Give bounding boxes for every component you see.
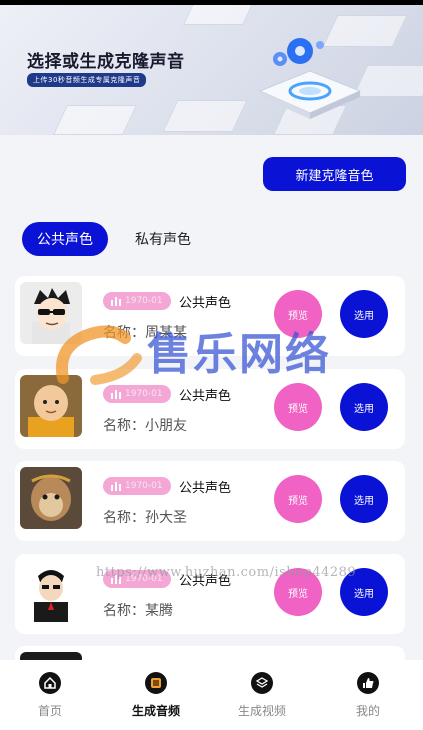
tab-home-label: 首页 — [37, 704, 62, 718]
audio-icon — [145, 672, 167, 694]
gear-illustration-icon — [258, 38, 362, 119]
tab-generate-audio-label: 生成音频 — [131, 704, 180, 718]
layers-icon — [251, 672, 273, 694]
new-clone-voice-button[interactable]: 新建克隆音色 — [263, 157, 406, 191]
tab-generate-audio[interactable]: 生成音频 — [116, 672, 196, 719]
tab-generate-video-label: 生成视频 — [237, 704, 286, 718]
voice-name: 名称：周某某 — [103, 325, 187, 341]
select-button[interactable]: 选用 — [340, 475, 388, 523]
tab-public-voices[interactable]: 公共声色 — [22, 222, 108, 256]
bottom-tab-bar: 首页 生成音频 生成视频 我的 — [0, 660, 423, 730]
voice-card: 1970-01 公共声色 名称：孙大圣 预览 选用 — [15, 461, 405, 541]
voice-type-label: 公共声色 — [179, 481, 232, 496]
banner-title: 选择或生成克隆声音 — [27, 52, 185, 72]
bar-chart-icon — [111, 390, 121, 399]
banner-subtitle: 上传30秒音频生成专属克隆声音 — [27, 73, 147, 87]
voice-name: 名称：小朋友 — [103, 418, 187, 434]
tab-home[interactable]: 首页 — [10, 672, 90, 719]
date-badge: 1970-01 — [103, 292, 171, 310]
tab-private-voices[interactable]: 私有声色 — [120, 222, 206, 256]
avatar — [20, 467, 82, 529]
date-text: 1970-01 — [125, 389, 163, 399]
voice-type-label: 公共声色 — [179, 296, 232, 311]
select-button[interactable]: 选用 — [340, 383, 388, 431]
preview-button[interactable]: 预览 — [274, 475, 322, 523]
avatar — [20, 560, 82, 622]
voice-name: 名称：孙大圣 — [103, 510, 187, 526]
tab-generate-video[interactable]: 生成视频 — [222, 672, 302, 719]
bar-chart-icon — [111, 482, 121, 491]
home-icon — [39, 672, 61, 694]
date-badge: 1970-01 — [103, 385, 171, 403]
preview-button[interactable]: 预览 — [274, 290, 322, 338]
bar-chart-icon — [111, 297, 121, 306]
voice-type-label: 公共声色 — [179, 389, 232, 404]
voice-name: 名称：某腾 — [103, 603, 173, 619]
avatar — [20, 375, 82, 437]
thumbs-up-icon — [357, 672, 379, 694]
date-text: 1970-01 — [125, 296, 163, 306]
hero-banner: 选择或生成克隆声音 上传30秒音频生成专属克隆声音 — [0, 5, 423, 135]
avatar — [20, 282, 82, 344]
date-badge: 1970-01 — [103, 477, 171, 495]
url-watermark: https://www.huzhan.com/ishop44289 — [96, 565, 357, 580]
date-text: 1970-01 — [125, 481, 163, 491]
voice-card: 1970-01 公共声色 名称：小朋友 预览 选用 — [15, 369, 405, 449]
tab-mine[interactable]: 我的 — [328, 672, 408, 719]
tab-mine-label: 我的 — [355, 704, 380, 718]
select-button[interactable]: 选用 — [340, 290, 388, 338]
voice-card: 1970-01 公共声色 名称：周某某 预览 选用 — [15, 276, 405, 356]
preview-button[interactable]: 预览 — [274, 383, 322, 431]
